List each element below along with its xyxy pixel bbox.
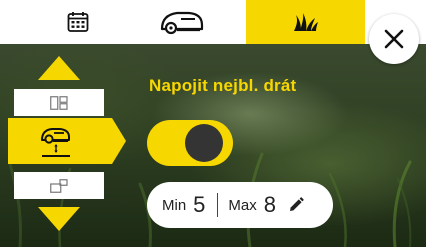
min-label: Min (162, 196, 187, 214)
distance-range-pill[interactable]: Min 5 Max 8 (147, 182, 333, 228)
mode-layout-bottom[interactable] (14, 172, 104, 199)
page-title: Napojit nejbl. drát (149, 76, 297, 95)
range-divider (217, 193, 219, 217)
connect-wire-toggle[interactable] (147, 120, 233, 166)
pencil-icon[interactable] (288, 197, 304, 213)
layout-bottom-icon (50, 178, 68, 193)
mode-layout-top[interactable] (14, 89, 104, 116)
tab-grass[interactable] (246, 0, 365, 44)
max-value: 8 (263, 192, 277, 217)
layout-top-icon (50, 95, 68, 110)
grass-icon (293, 13, 318, 31)
close-button[interactable] (369, 14, 419, 64)
mower-wire-icon (41, 128, 70, 157)
mode-mower-wire[interactable] (8, 118, 126, 164)
min-value: 5 (193, 192, 206, 217)
toggle-knob (185, 124, 223, 162)
arrow-up-button[interactable] (38, 56, 80, 80)
calendar-icon (67, 12, 89, 32)
max-label: Max (228, 196, 257, 214)
tab-calendar[interactable] (37, 0, 119, 44)
arrow-down-button[interactable] (38, 207, 80, 231)
tab-mower[interactable] (127, 0, 237, 44)
mower-icon (160, 11, 204, 35)
close-icon (384, 29, 404, 49)
top-tab-bar (0, 0, 426, 44)
